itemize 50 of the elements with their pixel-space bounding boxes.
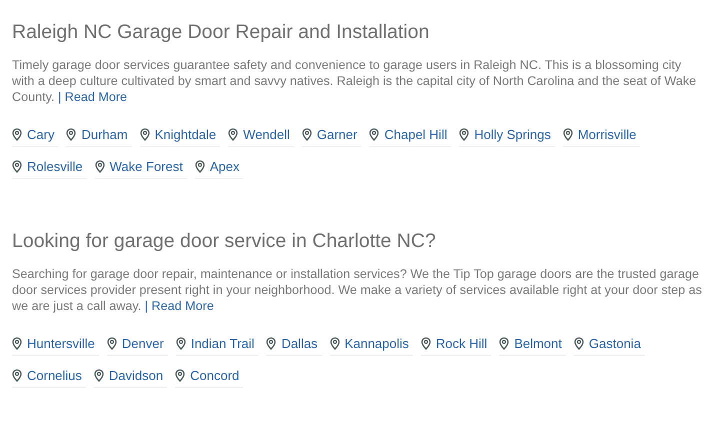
city-link[interactable]: Rolesville: [12, 155, 87, 179]
section-paragraph: Searching for garage door repair, maintenance or installation services? We the Tip Top garage doors are the trusted garage door services provider present right in your neighborhood. We make a variety of services available right at your door step as we are just a call away. | Read More: [12, 266, 703, 314]
city-link[interactable]: Wake Forest: [94, 155, 187, 179]
location-pin-icon: [459, 128, 470, 141]
location-pin-icon: [562, 128, 573, 141]
location-pin-icon: [94, 160, 105, 173]
city-link[interactable]: Knightdale: [140, 123, 220, 147]
location-pin-icon: [420, 337, 431, 350]
city-link[interactable]: Holly Springs: [459, 123, 555, 147]
location-pin-icon: [369, 128, 380, 141]
city-link[interactable]: Garner: [302, 123, 362, 147]
location-pin-icon: [66, 128, 76, 141]
location-pin-icon: [175, 369, 186, 382]
city-link[interactable]: Rock Hill: [420, 332, 492, 356]
city-link[interactable]: Chapel Hill: [369, 123, 452, 147]
section-paragraph: Timely garage door services guarantee safety and convenience to garage users in Raleigh NC. This is a blossoming city with a deep culture cultivated by smart and savvy natives. Raleigh is the capital city of North Carolina and the seat of Wake County. | Read More: [12, 57, 698, 105]
location-pin-icon: [106, 337, 117, 350]
city-link[interactable]: Cary: [12, 123, 58, 147]
location-pin-icon: [12, 369, 22, 382]
city-link[interactable]: Cornelius: [12, 364, 86, 388]
city-link[interactable]: Kannapolis: [330, 332, 413, 356]
read-more-link[interactable]: | Read More: [58, 90, 128, 104]
city-link[interactable]: Belmont: [499, 332, 566, 356]
section-heading: Raleigh NC Garage Door Repair and Installation: [12, 20, 430, 44]
city-link[interactable]: Morrisville: [562, 123, 640, 147]
city-link[interactable]: Davidson: [94, 364, 168, 388]
location-pin-icon: [140, 128, 150, 141]
city-link[interactable]: Denver: [106, 332, 168, 356]
location-pin-icon: [228, 128, 238, 141]
location-pin-icon: [499, 337, 510, 350]
city-link[interactable]: Huntersville: [12, 332, 99, 356]
location-pin-icon: [574, 337, 584, 350]
read-more-link[interactable]: | Read More: [144, 299, 214, 313]
city-link[interactable]: Indian Trail: [176, 332, 258, 356]
city-link[interactable]: Concord: [175, 364, 244, 388]
location-pin-icon: [302, 128, 312, 141]
city-link[interactable]: Apex: [194, 155, 244, 179]
location-pin-icon: [94, 369, 104, 382]
location-pin-icon: [12, 160, 22, 173]
location-pin-icon: [194, 160, 205, 173]
section-heading: Looking for garage door service in Charlotte NC?: [12, 229, 437, 253]
city-link[interactable]: Wendell: [228, 123, 294, 147]
city-link[interactable]: Dallas: [266, 332, 322, 356]
location-pin-icon: [330, 337, 340, 350]
location-pin-icon: [12, 337, 22, 350]
city-link[interactable]: Durham: [66, 123, 132, 147]
location-pin-icon: [266, 337, 276, 350]
location-pin-icon: [176, 337, 186, 350]
city-link[interactable]: Gastonia: [574, 332, 645, 356]
location-pin-icon: [12, 128, 22, 141]
